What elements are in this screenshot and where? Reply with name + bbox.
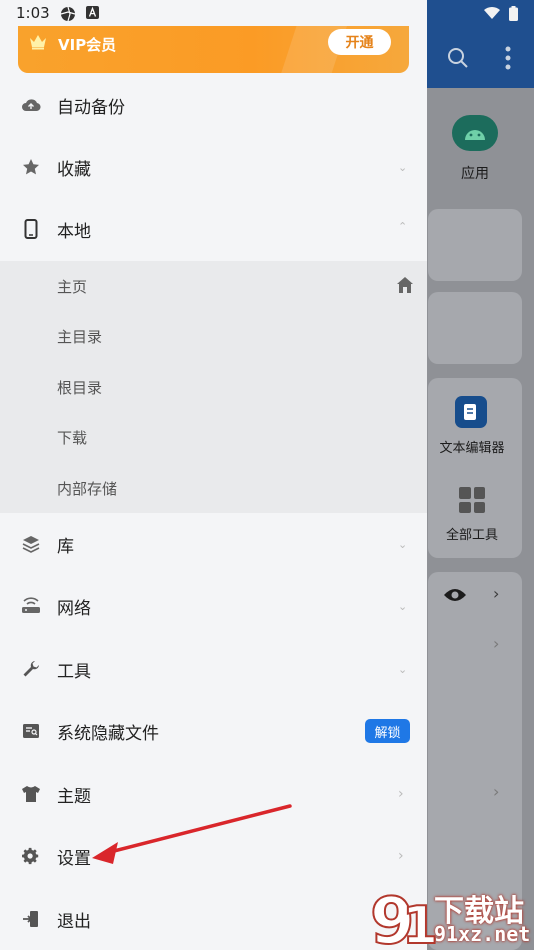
star-icon	[21, 157, 41, 177]
menu-label: 设置	[57, 848, 91, 869]
menu-item-favorites[interactable]: 收藏 ⌄	[0, 136, 427, 198]
sub-item-label: 主页	[57, 277, 88, 296]
background-card	[428, 292, 522, 364]
local-sub-panel: 主页 主目录 根目录 下载 内部存储	[0, 261, 427, 513]
chevron-up-icon: ⌃	[398, 220, 408, 233]
menu-label: 网络	[57, 598, 91, 619]
menu-label: 主题	[57, 786, 91, 807]
chevron-down-icon: ⌄	[398, 160, 408, 174]
a-badge-icon	[86, 6, 99, 23]
status-time: 1:03	[16, 4, 50, 22]
menu-label: 工具	[57, 661, 91, 682]
chevron-down-icon: ⌄	[398, 537, 408, 551]
menu-label: 本地	[57, 221, 91, 242]
crown-icon	[30, 35, 46, 50]
chevron-right-icon: ›	[398, 848, 404, 864]
chevron-down-icon: ⌄	[398, 599, 408, 613]
sub-item-internal-storage[interactable]: 内部存储	[0, 463, 427, 513]
unlock-badge[interactable]: 解锁	[365, 719, 410, 743]
phone-icon	[21, 219, 41, 239]
status-bar: 1:03	[0, 0, 534, 28]
menu-item-system-hidden-files[interactable]: 系统隐藏文件	[0, 700, 427, 762]
battery-icon	[509, 6, 518, 25]
sub-item-download[interactable]: 下载	[0, 412, 427, 462]
sub-item-home[interactable]: 主页	[0, 261, 427, 311]
menu-label: 库	[57, 536, 74, 557]
router-icon	[21, 596, 41, 616]
menu-label: 系统隐藏文件	[57, 723, 159, 744]
aperture-icon	[60, 6, 76, 26]
shirt-icon	[21, 784, 41, 804]
cloud-backup-icon	[21, 95, 41, 115]
watermark-url: 91xz.net	[434, 922, 531, 946]
vip-label: VIP会员	[58, 36, 117, 54]
sub-item-label: 内部存储	[57, 479, 118, 498]
chevron-right-icon: ›	[493, 782, 500, 801]
menu-label: 退出	[57, 911, 91, 932]
home-icon[interactable]	[396, 276, 414, 294]
exit-icon	[21, 909, 41, 929]
svg-text:1: 1	[402, 896, 438, 950]
menu-item-exit[interactable]: 退出	[0, 888, 427, 950]
menu-label: 收藏	[57, 159, 91, 180]
menu-item-auto-backup[interactable]: 自动备份	[0, 74, 427, 136]
layers-icon	[21, 534, 41, 554]
menu-label: 自动备份	[57, 97, 125, 118]
wrench-icon	[21, 659, 41, 679]
navigation-drawer: VIP会员 开通 自动备份 收藏 ⌄ 本地 ⌃ 主页 主目录 根目录 下载 内部…	[0, 0, 427, 950]
more-vert-icon	[490, 40, 526, 76]
menu-item-settings[interactable]: 设置 ›	[0, 825, 427, 887]
chevron-down-icon: ⌄	[398, 662, 408, 676]
text-editor-icon	[455, 396, 487, 428]
eye-icon	[443, 587, 467, 607]
menu-item-network[interactable]: 网络 ⌄	[0, 575, 427, 637]
sub-item-label: 主目录	[57, 327, 103, 346]
text-editor-label: 文本编辑器	[439, 441, 505, 456]
vip-banner[interactable]: VIP会员 开通	[18, 26, 409, 73]
sub-item-label: 根目录	[57, 378, 103, 397]
chevron-right-icon: ›	[398, 786, 404, 802]
hidden-file-icon	[21, 721, 41, 741]
menu-item-local[interactable]: 本地 ⌃	[0, 198, 427, 260]
all-tools-label: 全部工具	[445, 528, 498, 543]
menu-item-theme[interactable]: 主题 ›	[0, 763, 427, 825]
wifi-icon	[483, 6, 501, 24]
sub-item-home-directory[interactable]: 主目录	[0, 311, 427, 361]
search-icon	[440, 40, 476, 76]
chevron-right-icon: ›	[493, 634, 500, 653]
chevron-right-icon: ›	[493, 584, 500, 603]
gear-icon	[21, 846, 41, 866]
menu-item-tools[interactable]: 工具 ⌄	[0, 638, 427, 700]
vip-open-button[interactable]: 开通	[328, 29, 391, 55]
grid-icon	[459, 487, 485, 513]
menu-item-library[interactable]: 库 ⌄	[0, 513, 427, 575]
background-card	[428, 209, 522, 281]
apps-label: 应用	[461, 166, 489, 182]
sub-item-label: 下载	[57, 428, 88, 447]
sub-item-root-directory[interactable]: 根目录	[0, 362, 427, 412]
android-icon	[452, 115, 498, 151]
